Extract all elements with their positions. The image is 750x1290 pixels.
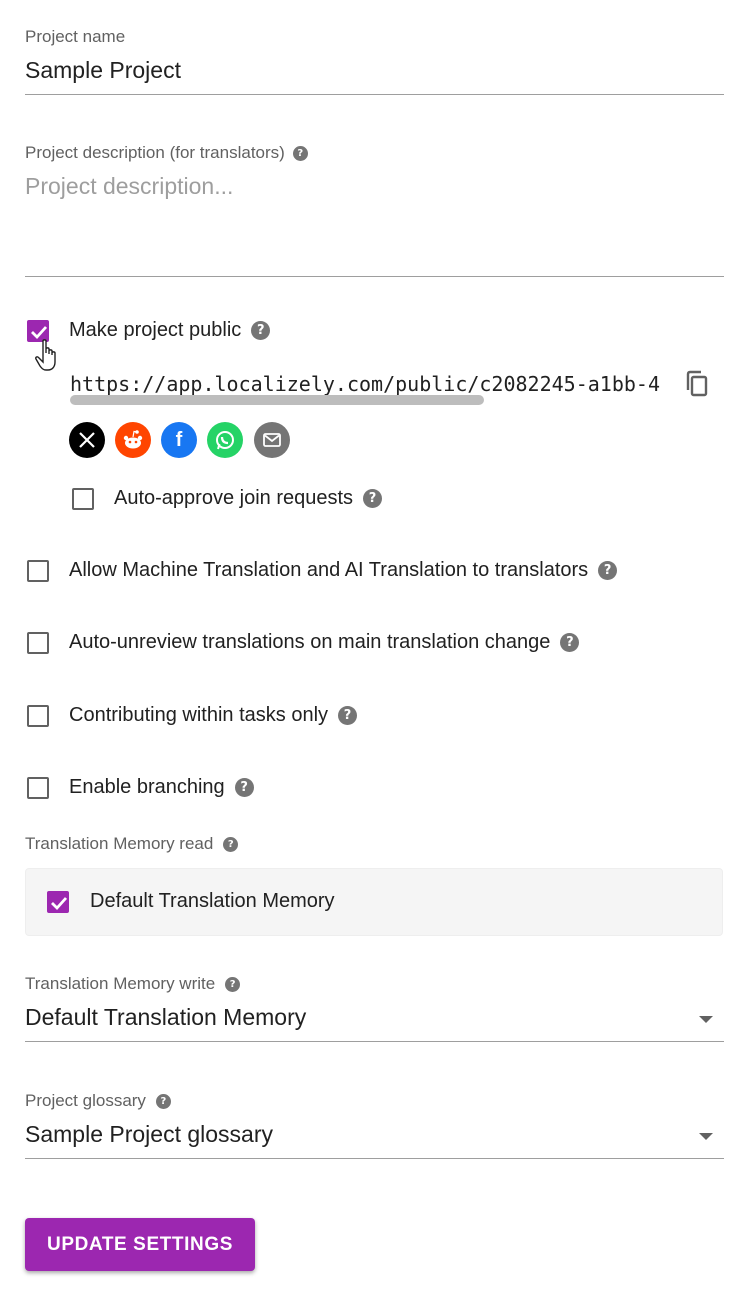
- glossary-underline: [25, 1158, 724, 1159]
- tm-read-label-row: Translation Memory read ?: [25, 834, 239, 854]
- x-icon[interactable]: [69, 422, 105, 458]
- auto-approve-checkbox[interactable]: [72, 488, 94, 510]
- glossary-label: Project glossary: [25, 1091, 146, 1110]
- tm-read-box: Default Translation Memory: [25, 868, 723, 936]
- allow-mt-label[interactable]: Allow Machine Translation and AI Transla…: [69, 559, 588, 582]
- project-description-input[interactable]: Project description...: [25, 173, 233, 200]
- whatsapp-icon[interactable]: [207, 422, 243, 458]
- help-icon[interactable]: ?: [223, 836, 239, 852]
- help-icon[interactable]: ?: [155, 1093, 171, 1109]
- help-icon[interactable]: ?: [363, 489, 383, 508]
- tm-read-label: Translation Memory read: [25, 834, 214, 853]
- auto-approve-row: Auto-approve join requests ?: [114, 487, 383, 510]
- project-description-label: Project description (for translators): [25, 143, 285, 162]
- glossary-label-row: Project glossary ?: [25, 1091, 171, 1111]
- tm-write-label-row: Translation Memory write ?: [25, 974, 241, 994]
- tm-read-checkbox[interactable]: [47, 891, 69, 913]
- project-name-underline: [25, 94, 724, 95]
- chevron-down-icon[interactable]: [699, 1016, 713, 1023]
- tasks-only-label[interactable]: Contributing within tasks only: [69, 704, 328, 727]
- project-description-label-row: Project description (for translators) ?: [25, 143, 308, 163]
- project-name-label: Project name: [25, 27, 126, 46]
- help-icon[interactable]: ?: [251, 321, 271, 340]
- project-description-underline: [25, 276, 724, 277]
- auto-unreview-label[interactable]: Auto-unreview translations on main trans…: [69, 631, 550, 654]
- help-icon[interactable]: ?: [292, 145, 308, 161]
- update-settings-button[interactable]: UPDATE SETTINGS: [25, 1218, 255, 1271]
- make-public-row: Make project public ?: [69, 319, 271, 342]
- help-icon[interactable]: ?: [225, 976, 241, 992]
- make-public-label[interactable]: Make project public: [69, 319, 241, 342]
- tm-read-item-label[interactable]: Default Translation Memory: [90, 890, 335, 913]
- copy-icon[interactable]: [684, 370, 710, 398]
- project-name-input[interactable]: Sample Project: [25, 57, 181, 84]
- tm-write-underline: [25, 1041, 724, 1042]
- branching-row: Enable branching ?: [69, 776, 254, 799]
- tm-write-label: Translation Memory write: [25, 974, 216, 993]
- chevron-down-icon[interactable]: [699, 1133, 713, 1140]
- tasks-only-checkbox[interactable]: [27, 705, 49, 727]
- public-url-text[interactable]: https://app.localizely.com/public/c20822…: [70, 372, 668, 396]
- glossary-select[interactable]: Sample Project glossary: [25, 1121, 273, 1148]
- email-icon[interactable]: [254, 422, 290, 458]
- facebook-icon[interactable]: f: [161, 422, 197, 458]
- allow-mt-row: Allow Machine Translation and AI Transla…: [69, 559, 618, 582]
- auto-approve-label[interactable]: Auto-approve join requests: [114, 487, 353, 510]
- auto-unreview-row: Auto-unreview translations on main trans…: [69, 631, 580, 654]
- help-icon[interactable]: ?: [338, 706, 358, 725]
- help-icon[interactable]: ?: [234, 778, 254, 797]
- hand-cursor-icon: [35, 339, 56, 371]
- branching-label[interactable]: Enable branching: [69, 776, 225, 799]
- url-scrollbar[interactable]: [70, 395, 484, 405]
- tasks-only-row: Contributing within tasks only ?: [69, 704, 358, 727]
- check-icon: [51, 897, 68, 911]
- allow-mt-checkbox[interactable]: [27, 560, 49, 582]
- reddit-icon[interactable]: [115, 422, 151, 458]
- auto-unreview-checkbox[interactable]: [27, 632, 49, 654]
- branching-checkbox[interactable]: [27, 777, 49, 799]
- tm-write-select[interactable]: Default Translation Memory: [25, 1004, 306, 1031]
- help-icon[interactable]: ?: [598, 561, 618, 580]
- help-icon[interactable]: ?: [560, 633, 580, 652]
